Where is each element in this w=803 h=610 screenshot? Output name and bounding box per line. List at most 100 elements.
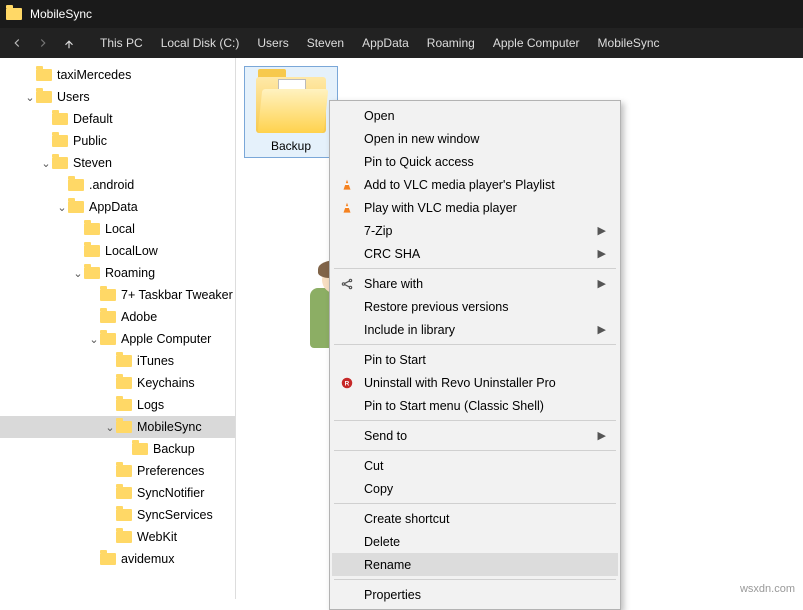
menu-item[interactable]: Pin to Start: [332, 348, 618, 371]
chevron-down-icon[interactable]: ⌄: [104, 421, 116, 434]
menu-item[interactable]: Properties: [332, 583, 618, 606]
menu-item[interactable]: Open in new window: [332, 127, 618, 150]
menu-item[interactable]: Cut: [332, 454, 618, 477]
tree-item[interactable]: Adobe: [0, 306, 235, 328]
folder-icon: [256, 77, 326, 133]
title-bar: MobileSync: [0, 0, 803, 28]
menu-item[interactable]: Include in library▶: [332, 318, 618, 341]
breadcrumb-segment[interactable]: Apple Computer: [493, 36, 580, 50]
tree-item[interactable]: Logs: [0, 394, 235, 416]
tree-item[interactable]: avidemux: [0, 548, 235, 570]
tree-item[interactable]: Preferences: [0, 460, 235, 482]
folder-icon: [84, 267, 100, 279]
menu-item[interactable]: 7-Zip▶: [332, 219, 618, 242]
tree-item[interactable]: ⌄Users: [0, 86, 235, 108]
chevron-down-icon[interactable]: ⌄: [72, 267, 84, 280]
menu-item[interactable]: Pin to Quick access: [332, 150, 618, 173]
tree-item-label: Keychains: [137, 376, 195, 390]
tree-item[interactable]: Backup: [0, 438, 235, 460]
menu-item-label: Pin to Start: [364, 353, 426, 367]
menu-item[interactable]: Send to▶: [332, 424, 618, 447]
breadcrumb-segment[interactable]: AppData: [362, 36, 409, 50]
chevron-down-icon[interactable]: ⌄: [24, 91, 36, 104]
tree-item[interactable]: ⌄Steven: [0, 152, 235, 174]
menu-item-label: Delete: [364, 535, 400, 549]
folder-icon: [116, 399, 132, 411]
menu-item-label: Open in new window: [364, 132, 479, 146]
tree-item-label: Logs: [137, 398, 164, 412]
menu-item[interactable]: Share with ▶: [332, 272, 618, 295]
menu-item-label: Play with VLC media player: [364, 201, 517, 215]
tree-item-label: Public: [73, 134, 107, 148]
menu-item[interactable]: Create shortcut: [332, 507, 618, 530]
chevron-down-icon[interactable]: ⌄: [56, 201, 68, 214]
menu-item-label: Add to VLC media player's Playlist: [364, 178, 555, 192]
revo-icon: R: [339, 375, 355, 391]
tree-item[interactable]: Public: [0, 130, 235, 152]
tree-item[interactable]: SyncNotifier: [0, 482, 235, 504]
tree-item[interactable]: LocalLow: [0, 240, 235, 262]
chevron-down-icon[interactable]: ⌄: [88, 333, 100, 346]
menu-item-label: Include in library: [364, 323, 455, 337]
vlc-icon: [339, 177, 355, 193]
breadcrumb-segment[interactable]: Steven: [307, 36, 344, 50]
menu-separator: [334, 450, 616, 451]
menu-item[interactable]: Restore previous versions: [332, 295, 618, 318]
tree-item[interactable]: SyncServices: [0, 504, 235, 526]
tree-item[interactable]: .android: [0, 174, 235, 196]
menu-item-label: Pin to Start menu (Classic Shell): [364, 399, 544, 413]
tree-item[interactable]: taxiMercedes: [0, 64, 235, 86]
folder-icon: [100, 289, 116, 301]
breadcrumb-segment[interactable]: Roaming: [427, 36, 475, 50]
folder-icon: [116, 377, 132, 389]
tree-item[interactable]: ⌄ Roaming: [0, 262, 235, 284]
folder-icon: [116, 487, 132, 499]
menu-item[interactable]: Copy: [332, 477, 618, 500]
folder-tree[interactable]: taxiMercedes⌄UsersDefault Public ⌄Steven .a…: [0, 58, 236, 599]
menu-item-label: Copy: [364, 482, 393, 496]
vlc-icon: [339, 200, 355, 216]
tree-item[interactable]: Local: [0, 218, 235, 240]
tree-item[interactable]: 7+ Taskbar Tweaker: [0, 284, 235, 306]
tree-item[interactable]: Keychains: [0, 372, 235, 394]
tree-item[interactable]: iTunes: [0, 350, 235, 372]
forward-button[interactable]: [30, 32, 56, 54]
folder-icon: [52, 135, 68, 147]
folder-icon: [36, 69, 52, 81]
tree-item-label: avidemux: [121, 552, 175, 566]
back-button[interactable]: [4, 32, 30, 54]
chevron-right-icon: ▶: [598, 277, 606, 290]
tree-item[interactable]: WebKit: [0, 526, 235, 548]
menu-item[interactable]: Pin to Start menu (Classic Shell): [332, 394, 618, 417]
chevron-down-icon[interactable]: ⌄: [40, 157, 52, 170]
menu-item-label: Cut: [364, 459, 383, 473]
tree-item[interactable]: ⌄Apple Computer: [0, 328, 235, 350]
menu-item[interactable]: Rename: [332, 553, 618, 576]
menu-item-label: Uninstall with Revo Uninstaller Pro: [364, 376, 556, 390]
tree-item-label: WebKit: [137, 530, 177, 544]
breadcrumb-segment[interactable]: Local Disk (C:): [161, 36, 240, 50]
tree-item[interactable]: Default: [0, 108, 235, 130]
tree-item[interactable]: ⌄MobileSync: [0, 416, 235, 438]
menu-item-label: Share with: [364, 277, 423, 291]
tree-item-label: AppData: [89, 200, 138, 214]
up-button[interactable]: [56, 32, 82, 54]
menu-item[interactable]: Play with VLC media player: [332, 196, 618, 219]
folder-icon: [100, 311, 116, 323]
menu-item-label: Restore previous versions: [364, 300, 509, 314]
menu-item[interactable]: Delete: [332, 530, 618, 553]
menu-item[interactable]: Add to VLC media player's Playlist: [332, 173, 618, 196]
tree-item-label: .android: [89, 178, 134, 192]
menu-item[interactable]: CRC SHA▶: [332, 242, 618, 265]
breadcrumb-segment[interactable]: MobileSync: [598, 36, 660, 50]
breadcrumb-segment[interactable]: Users: [257, 36, 288, 50]
folder-item-label: Backup: [249, 139, 333, 153]
breadcrumb-segment[interactable]: This PC: [100, 36, 143, 50]
menu-item[interactable]: R Uninstall with Revo Uninstaller Pro: [332, 371, 618, 394]
menu-item-label: Rename: [364, 558, 411, 572]
menu-item[interactable]: Open: [332, 104, 618, 127]
tree-item[interactable]: ⌄ AppData: [0, 196, 235, 218]
tree-item-label: Local: [105, 222, 135, 236]
tree-item-label: Roaming: [105, 266, 155, 280]
folder-item-backup[interactable]: Backup: [244, 66, 338, 158]
